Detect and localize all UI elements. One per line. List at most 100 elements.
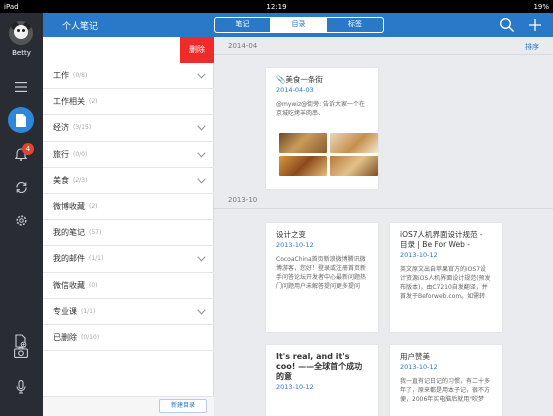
note-snippet: 英文原文出自苹果官方的iOS7设计资源iOS人机界面设计规范(预发布版本)，由C… <box>400 266 491 300</box>
folder-count: (2/3) <box>73 176 88 184</box>
avatar-eye-left <box>17 29 20 32</box>
notes-icon[interactable] <box>8 107 34 133</box>
note-title-text: 美食一条街 <box>285 75 323 84</box>
chevron-down-icon[interactable] <box>197 124 206 133</box>
folder-label: 经济 <box>53 123 69 133</box>
search-icon[interactable] <box>499 17 515 33</box>
note-title: 用户赞美 <box>400 352 430 361</box>
status-time: 12:19 <box>266 2 287 11</box>
folder-label: 工作相关 <box>53 97 85 107</box>
battery-level: 19% <box>533 2 550 11</box>
tab-tags[interactable]: 标签 <box>327 18 383 32</box>
status-bar: iPad 12:19 19% <box>0 0 553 13</box>
note-date: 2013-10-12 <box>276 383 314 391</box>
page-title: 个人笔记 <box>62 22 99 32</box>
avatar-eye-right <box>22 29 25 32</box>
folder-label: 微博收藏 <box>53 202 85 212</box>
folder-item-work[interactable]: 工作 (0/8) <box>43 63 214 90</box>
note-title: It's real, and it's coo! ——全球首个成功的意 <box>276 352 363 381</box>
folder-label: 已删除 <box>53 332 77 342</box>
note-snippet: CocoaChina首页新浪微博腾讯微博游客，您好！登录或注册首页新手问答论坛开… <box>276 256 367 290</box>
folder-label: 我的邮件 <box>53 254 85 264</box>
folder-item-wechat[interactable]: 微信收藏 (0) <box>43 273 214 299</box>
add-icon[interactable] <box>527 17 543 33</box>
folder-item-travel[interactable]: 旅行 (0/0) <box>43 142 214 168</box>
folder-count: (3/15) <box>73 124 92 132</box>
view-tabs: 笔记 目录 标签 <box>214 17 384 33</box>
section-date: 2013-10 <box>228 196 258 204</box>
food-image <box>279 133 327 153</box>
note-card[interactable]: 设计之变 2013-10-12 CocoaChina首页新浪微博腾讯微博游客，您… <box>266 223 378 332</box>
note-title: 设计之变 <box>276 230 306 239</box>
folder-item-weibo[interactable]: 微博收藏 (2) <box>43 194 214 221</box>
note-snippet: @mywiz@街旁: 告诉大家一个在京城吃烤羊肉串、 <box>276 101 366 117</box>
folder-item-economy[interactable]: 经济 (3/15) <box>43 115 214 142</box>
app-header: 个人笔记 笔记 目录 标签 <box>43 13 553 37</box>
folder-item-courses[interactable]: 专业课 (1/1) <box>43 299 214 325</box>
food-image <box>330 133 378 153</box>
folder-item-food[interactable]: 美食 (2/3) <box>43 168 214 194</box>
folder-label: 微信收藏 <box>53 280 85 290</box>
chevron-down-icon[interactable] <box>197 255 206 264</box>
paperclip-icon: 📎 <box>276 75 286 84</box>
chevron-down-icon[interactable] <box>197 72 206 81</box>
tab-folders[interactable]: 目录 <box>271 18 327 32</box>
user-name: Betty <box>12 49 31 57</box>
avatar[interactable] <box>9 21 33 45</box>
note-card[interactable]: It's real, and it's coo! ——全球首个成功的意 2013… <box>266 345 378 416</box>
section-header: 2013-10 <box>214 193 553 209</box>
folder-label: 专业课 <box>53 306 77 316</box>
note-date: 2013-10-12 <box>276 241 314 249</box>
folder-label: 我的笔记 <box>53 228 85 238</box>
new-folder-button[interactable]: 新建目录 <box>159 399 207 413</box>
folder-count: (1/1) <box>89 255 104 263</box>
sync-icon[interactable] <box>11 177 31 197</box>
folder-item-work-related[interactable]: 工作相关 (2) <box>43 89 214 116</box>
note-title: iOS7人机界面设计规范 - 目录 | Be For Web - <box>400 230 483 249</box>
device-label: iPad <box>4 2 19 11</box>
left-rail: Betty 4 <box>0 13 43 416</box>
folder-count: (0) <box>89 281 98 289</box>
menu-icon[interactable] <box>11 77 31 97</box>
chevron-down-icon[interactable] <box>197 151 206 160</box>
settings-icon[interactable] <box>11 210 31 230</box>
sort-button[interactable]: 排序 <box>525 42 539 52</box>
folder-item-my-mail[interactable]: 我的邮件 (1/1) <box>43 246 214 273</box>
delete-button[interactable]: 删除 <box>180 37 214 63</box>
note-date: 2013-10-12 <box>400 251 438 259</box>
food-image <box>330 156 378 176</box>
folder-count: (0/10) <box>81 333 100 341</box>
avatar-face <box>14 25 28 39</box>
folder-list: 工作 (0/8) 工作相关 (2) 经济 (3/15) 旅行 (0/0) 美食 … <box>43 63 214 352</box>
note-date: 2014-04-03 <box>276 86 314 94</box>
chevron-down-icon[interactable] <box>197 308 206 317</box>
folder-count: (1/1) <box>81 307 96 315</box>
folder-label: 美食 <box>53 175 69 185</box>
note-title: 📎美食一条街 <box>276 75 368 85</box>
folder-label: 旅行 <box>53 149 69 159</box>
folder-item-deleted[interactable]: 已删除 (0/10) <box>43 325 214 352</box>
folder-count: (2) <box>89 98 98 106</box>
folder-count: (57) <box>89 229 102 237</box>
note-card[interactable]: 用户赞美 2013-10-12 我一直有记日记的习惯，有二十多年了，原来都是用本… <box>390 345 502 416</box>
note-snippet: 我一直有记日记的习惯，有二十多年了，原来都是用本子记，很不方便，2006年买电脑… <box>400 378 491 403</box>
folder-label: 工作 <box>53 71 69 81</box>
note-card[interactable]: iOS7人机界面设计规范 - 目录 | Be For Web - 2013-10… <box>390 223 502 332</box>
section-date: 2014-04 <box>228 42 258 50</box>
folder-panel: 删除 工作 (0/8) 工作相关 (2) 经济 (3/15) 旅行 (0/0) … <box>43 37 214 416</box>
note-card[interactable]: 📎美食一条街 2014-04-03 @mywiz@街旁: 告诉大家一个在京城吃烤… <box>266 68 378 189</box>
note-images <box>279 133 378 176</box>
chevron-down-icon[interactable] <box>197 177 206 186</box>
note-date: 2013-10-12 <box>400 363 438 371</box>
food-image <box>279 156 327 176</box>
folder-count: (2) <box>89 203 98 211</box>
notification-badge: 4 <box>22 143 34 155</box>
camera-icon[interactable] <box>11 342 31 362</box>
microphone-icon[interactable] <box>11 377 31 397</box>
folder-count: (0/8) <box>73 72 88 80</box>
section-header: 2014-04 排序 <box>214 39 553 55</box>
panel-footer: 新建目录 <box>43 396 214 416</box>
tab-notes[interactable]: 笔记 <box>215 18 271 32</box>
folder-item-my-notes[interactable]: 我的笔记 (57) <box>43 220 214 247</box>
note-grid: 2014-04 排序 📎美食一条街 2014-04-03 @mywiz@街旁: … <box>214 37 553 416</box>
